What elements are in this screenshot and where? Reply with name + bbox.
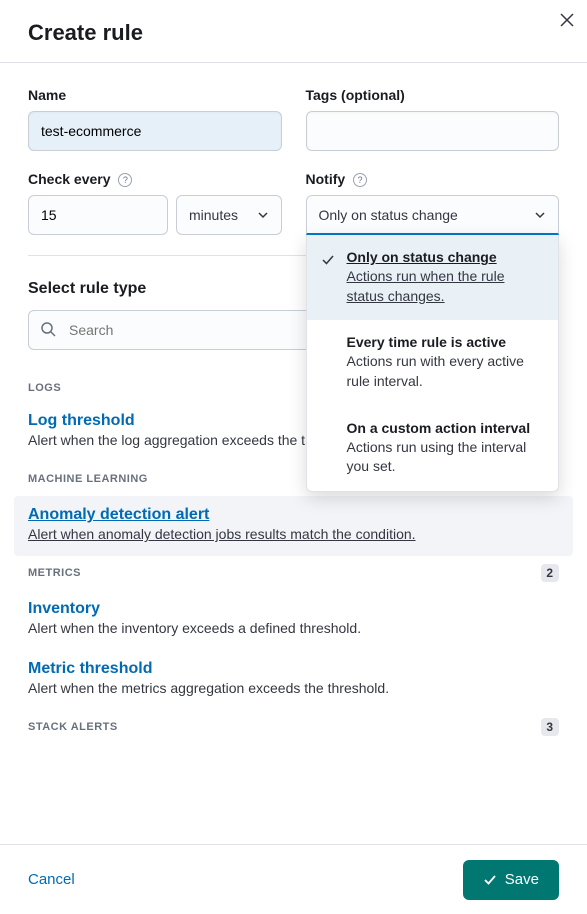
dialog-footer: Cancel Save	[0, 844, 587, 914]
group-header-stack-alerts: STACK ALERTS 3	[28, 710, 559, 744]
rule-desc: Alert when the metrics aggregation excee…	[28, 680, 559, 696]
rule-desc: Alert when anomaly detection jobs result…	[28, 526, 559, 542]
group-label: MACHINE LEARNING	[28, 473, 148, 485]
check-icon	[321, 253, 335, 267]
name-label: Name	[28, 87, 282, 103]
notify-label-text: Notify	[306, 171, 346, 187]
option-desc: Actions run with every active rule inter…	[347, 352, 543, 391]
notify-dropdown: Only on status change Actions run when t…	[306, 235, 560, 492]
chevron-down-icon	[257, 209, 269, 221]
check-every-label: Check every ?	[28, 171, 282, 187]
check-icon	[483, 873, 497, 887]
notify-option-custom-interval[interactable]: On a custom action interval Actions run …	[307, 406, 559, 491]
save-button-label: Save	[505, 871, 539, 888]
check-every-unit-value: minutes	[189, 207, 238, 223]
search-icon	[40, 321, 56, 337]
help-icon[interactable]: ?	[118, 173, 132, 187]
page-title: Create rule	[28, 20, 559, 46]
group-label: STACK ALERTS	[28, 721, 118, 733]
option-desc: Actions run using the interval you set.	[347, 438, 543, 477]
check-every-unit-select[interactable]: minutes	[176, 195, 282, 235]
notify-label: Notify ?	[306, 171, 560, 187]
group-label: LOGS	[28, 382, 61, 394]
rule-title: Inventory	[28, 600, 559, 618]
notify-selected-value: Only on status change	[319, 207, 458, 223]
group-header-metrics: METRICS 2	[28, 556, 559, 590]
help-icon[interactable]: ?	[353, 173, 367, 187]
rule-item-inventory[interactable]: Inventory Alert when the inventory excee…	[28, 590, 559, 650]
close-button[interactable]	[555, 8, 579, 32]
group-count-badge: 3	[541, 718, 559, 736]
dialog-header: Create rule	[0, 0, 587, 63]
notify-option-every-active[interactable]: Every time rule is active Actions run wi…	[307, 320, 559, 405]
rule-desc: Alert when the inventory exceeds a defin…	[28, 620, 559, 636]
option-title: Only on status change	[347, 249, 543, 265]
name-input[interactable]	[28, 111, 282, 151]
option-title: On a custom action interval	[347, 420, 543, 436]
dialog-body: Name Tags (optional) Check every ? minut…	[0, 63, 587, 903]
rule-item-anomaly-detection[interactable]: Anomaly detection alert Alert when anoma…	[14, 496, 573, 556]
tags-label: Tags (optional)	[306, 87, 560, 103]
notify-select[interactable]: Only on status change	[306, 195, 560, 235]
group-count-badge: 2	[541, 564, 559, 582]
group-label: METRICS	[28, 567, 81, 579]
tags-input[interactable]	[306, 111, 560, 151]
cancel-button[interactable]: Cancel	[28, 871, 75, 888]
option-desc: Actions run when the rule status changes…	[347, 267, 543, 306]
save-button[interactable]: Save	[463, 860, 559, 900]
check-every-label-text: Check every	[28, 171, 111, 187]
notify-option-status-change[interactable]: Only on status change Actions run when t…	[307, 235, 559, 320]
rule-title: Anomaly detection alert	[28, 506, 559, 524]
chevron-down-icon	[534, 209, 546, 221]
check-every-value-input[interactable]	[28, 195, 168, 235]
rule-title: Metric threshold	[28, 660, 559, 678]
rule-item-metric-threshold[interactable]: Metric threshold Alert when the metrics …	[28, 650, 559, 710]
option-title: Every time rule is active	[347, 334, 543, 350]
close-icon	[560, 13, 574, 27]
